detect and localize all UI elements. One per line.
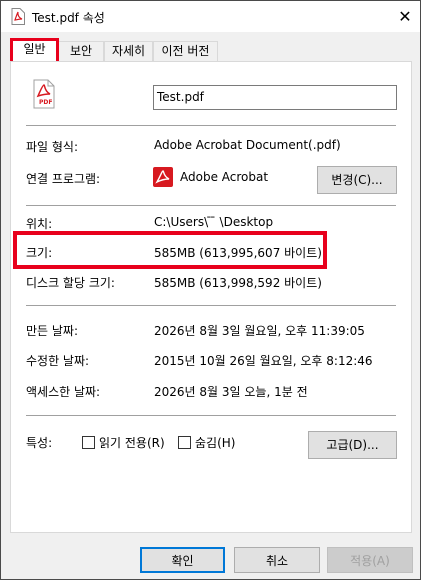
tab-details[interactable]: 자세히 <box>104 41 153 61</box>
readonly-checkbox[interactable] <box>82 436 95 449</box>
tab-security[interactable]: 보안 <box>58 41 104 61</box>
filename-field[interactable]: Test.pdf <box>153 85 397 110</box>
size-label: 크기: <box>26 246 53 260</box>
location-value: C:\Users\ ̄ ̄ \Desktop <box>154 215 274 229</box>
modified-label: 수정한 날짜: <box>26 354 90 368</box>
properties-dialog: Test.pdf 속성 ✕ 일반 보안 자세히 이전 버전 PDF Test.p… <box>0 0 421 580</box>
accessed-value: 2026년 8월 3일 오늘, 1분 전 <box>154 385 308 399</box>
separator <box>26 415 396 416</box>
tab-general[interactable]: 일반 <box>11 39 58 62</box>
separator <box>26 305 396 306</box>
separator <box>26 205 396 206</box>
modified-value: 2015년 10월 26일 월요일, 오후 8:12:46 <box>154 354 373 368</box>
file-type-value: Adobe Acrobat Document(.pdf) <box>154 138 341 152</box>
svg-text:PDF: PDF <box>39 99 52 106</box>
title-bar: Test.pdf 속성 ✕ <box>1 1 420 32</box>
size-on-disk-value: 585MB (613,998,592 바이트) <box>154 276 322 290</box>
ok-button[interactable]: 확인 <box>140 547 225 573</box>
pdf-document-icon: PDF <box>33 79 55 109</box>
close-button[interactable]: ✕ <box>390 1 420 31</box>
opens-with-label: 연결 프로그램: <box>26 172 101 186</box>
opens-with-value: Adobe Acrobat <box>180 170 269 184</box>
adobe-acrobat-icon <box>153 167 173 187</box>
hidden-checkbox[interactable] <box>178 436 191 449</box>
hidden-label[interactable]: 숨김(H) <box>195 434 235 451</box>
general-panel <box>10 61 412 533</box>
window-title: Test.pdf 속성 <box>32 11 105 25</box>
cancel-button[interactable]: 취소 <box>234 547 320 573</box>
location-label: 위치: <box>26 217 53 231</box>
pdf-file-icon <box>11 8 25 25</box>
apply-button: 적용(A) <box>327 547 413 573</box>
size-value: 585MB (613,995,607 바이트) <box>154 246 322 260</box>
accessed-label: 액세스한 날짜: <box>26 385 101 399</box>
advanced-button[interactable]: 고급(D)... <box>308 431 397 459</box>
change-button[interactable]: 변경(C)... <box>317 166 397 194</box>
separator <box>26 125 396 126</box>
created-label: 만든 날짜: <box>26 324 79 338</box>
attributes-label: 특성: <box>26 436 53 450</box>
readonly-label[interactable]: 읽기 전용(R) <box>99 434 165 451</box>
created-value: 2026년 8월 3일 월요일, 오후 11:39:05 <box>154 324 365 338</box>
tab-previous-versions[interactable]: 이전 버전 <box>153 41 218 61</box>
file-type-label: 파일 형식: <box>26 140 79 154</box>
size-on-disk-label: 디스크 할당 크기: <box>26 276 115 290</box>
